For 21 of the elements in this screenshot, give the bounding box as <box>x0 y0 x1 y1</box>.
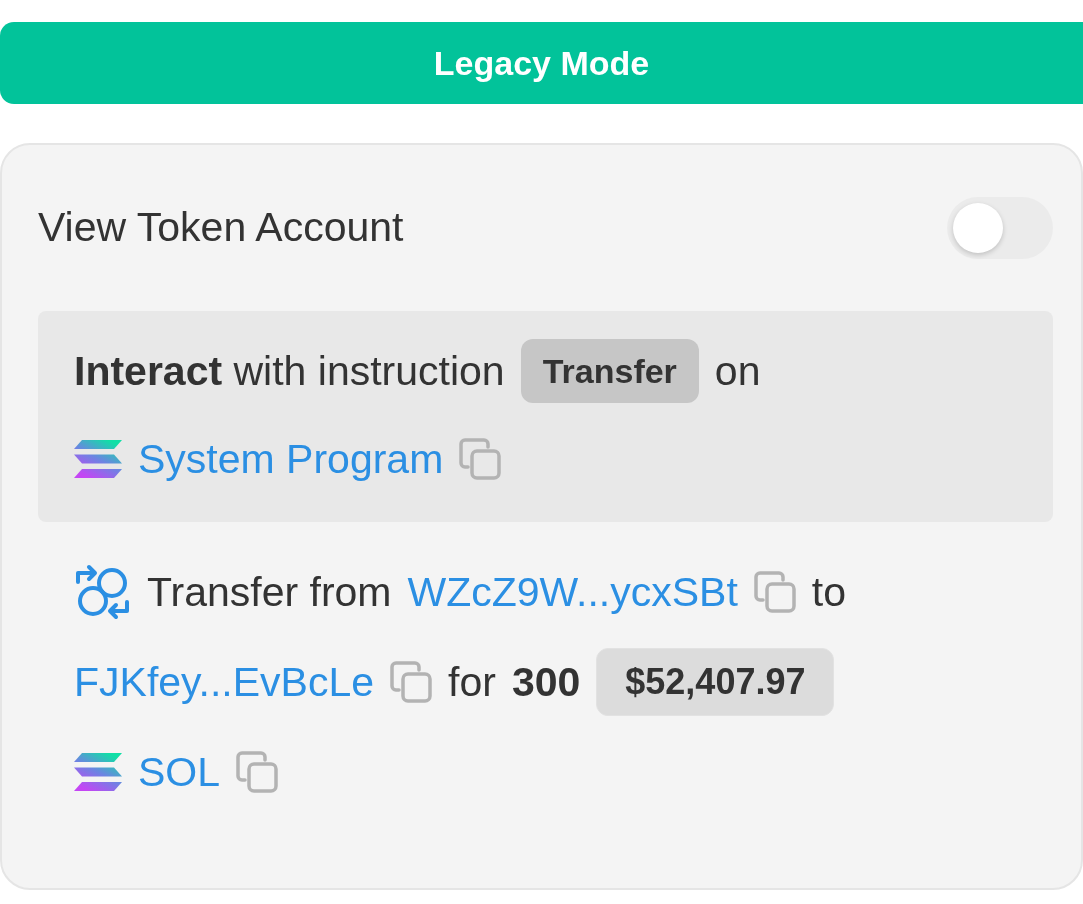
copy-icon[interactable] <box>236 751 279 793</box>
token-link[interactable]: SOL <box>138 740 221 804</box>
address-link[interactable]: WZcZ9W...ycxSBt <box>407 560 738 624</box>
instruction-text: on <box>714 347 761 396</box>
copy-icon[interactable] <box>390 661 432 703</box>
swap-icon <box>74 564 131 620</box>
gradient-bars-icon <box>74 753 122 791</box>
toggle-label: View Token Account <box>38 203 404 253</box>
transfer-text: for <box>448 658 496 707</box>
value-badge: $52,407.97 <box>596 648 835 716</box>
instruction-text: Interact with instruction <box>74 347 505 396</box>
amount-text: 300 <box>511 658 581 707</box>
copy-icon[interactable] <box>753 571 796 613</box>
instruction-badge: Transfer <box>520 339 699 403</box>
legacy-mode-button[interactable]: Legacy Mode <box>0 22 1083 104</box>
transfer-text: to <box>811 568 847 617</box>
transfer-text: Transfer from <box>147 568 392 617</box>
address-link[interactable]: FJKfey...EvBcLe <box>74 650 374 714</box>
program-link[interactable]: System Program <box>138 427 444 491</box>
copy-icon[interactable] <box>459 438 502 480</box>
gradient-bars-icon <box>74 440 122 478</box>
